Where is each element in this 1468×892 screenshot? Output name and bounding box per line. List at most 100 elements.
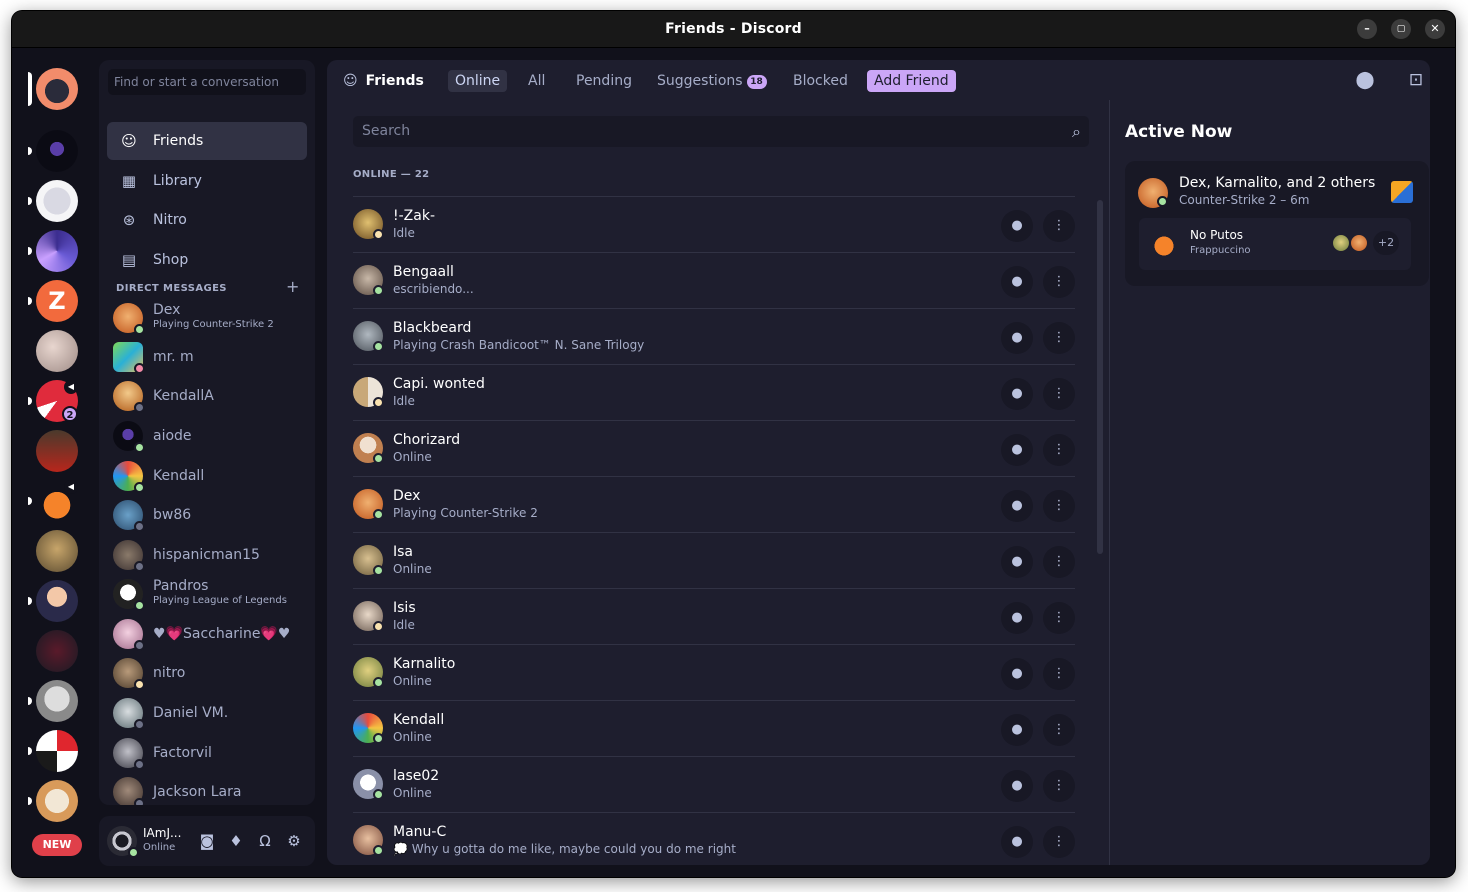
server-luffy[interactable]	[36, 780, 78, 822]
dm-item[interactable]: Kendall	[107, 457, 307, 495]
more-options-icon[interactable]: ⋮	[1043, 210, 1075, 242]
message-icon[interactable]: ●	[1001, 378, 1033, 410]
unread-indicator	[28, 747, 32, 755]
server-symbol[interactable]	[36, 730, 78, 772]
more-options-icon[interactable]: ⋮	[1043, 770, 1075, 802]
tab-all[interactable]: All	[521, 70, 552, 92]
dm-item[interactable]: mr. m	[107, 338, 307, 376]
suggestions-label: Suggestions	[657, 73, 743, 89]
maximize-button[interactable]: ▢	[1391, 19, 1411, 39]
dm-item[interactable]: nitro	[107, 654, 307, 692]
friend-row[interactable]: Isis Idle ● ⋮	[353, 588, 1075, 644]
user-panel: IAmJ... Online ◙ ♦ Ω ⚙	[99, 816, 315, 866]
more-options-icon[interactable]: ⋮	[1043, 266, 1075, 298]
activity-game: Counter-Strike 2 – 6m	[1179, 193, 1310, 207]
friend-row[interactable]: Chorizard Online ● ⋮	[353, 420, 1075, 476]
more-options-icon[interactable]: ⋮	[1043, 434, 1075, 466]
more-options-icon[interactable]: ⋮	[1043, 714, 1075, 746]
status-dot	[134, 679, 145, 690]
dm-item[interactable]: KendallA	[107, 377, 307, 415]
friend-row[interactable]: Capi. wonted Idle ● ⋮	[353, 364, 1075, 420]
settings-gear-icon[interactable]: ⚙	[283, 830, 305, 852]
message-icon[interactable]: ●	[1001, 714, 1033, 746]
message-icon[interactable]: ●	[1001, 826, 1033, 858]
more-options-icon[interactable]: ⋮	[1043, 826, 1075, 858]
dm-item[interactable]: Dex Playing Counter-Strike 2	[107, 299, 307, 337]
message-icon[interactable]: ●	[1001, 658, 1033, 690]
dm-item[interactable]: hispanicman15	[107, 536, 307, 574]
message-icon[interactable]: ●	[1001, 602, 1033, 634]
server-cat[interactable]	[36, 330, 78, 372]
message-icon[interactable]: ●	[1001, 210, 1033, 242]
voice-channel-card[interactable]: No Putos Frappuccino +2	[1139, 218, 1411, 270]
headphones-icon[interactable]: Ω	[254, 830, 276, 852]
add-dm-icon[interactable]: +	[286, 277, 299, 296]
server-aiode[interactable]	[36, 130, 78, 172]
nav-nitro[interactable]: ⊛ Nitro	[107, 201, 307, 239]
tab-pending[interactable]: Pending	[569, 70, 639, 92]
friends-search-input[interactable]: Search ⌕	[353, 116, 1089, 147]
message-icon[interactable]: ●	[1001, 322, 1033, 354]
server-dog[interactable]	[36, 530, 78, 572]
close-button[interactable]: ✕	[1425, 19, 1445, 39]
tab-suggestions[interactable]: Suggestions 18	[650, 70, 774, 92]
more-options-icon[interactable]: ⋮	[1043, 658, 1075, 690]
find-conversation-input[interactable]: Find or start a conversation	[108, 69, 306, 95]
friend-row[interactable]: Karnalito Online ● ⋮	[353, 644, 1075, 700]
counter-strike-icon	[1391, 181, 1413, 203]
status-dot	[373, 565, 384, 576]
add-friend-button[interactable]: Add Friend	[867, 70, 956, 92]
message-icon[interactable]: ●	[1001, 770, 1033, 802]
nav-library[interactable]: ▦ Library	[107, 162, 307, 200]
new-group-dm-icon[interactable]: ⬤	[1353, 68, 1377, 92]
nav-friends[interactable]: ☺ Friends	[107, 122, 307, 160]
server-anime[interactable]	[36, 580, 78, 622]
more-options-icon[interactable]: ⋮	[1043, 602, 1075, 634]
tab-online[interactable]: Online	[448, 70, 508, 92]
friend-name: lase02	[393, 768, 440, 784]
more-options-icon[interactable]: ⋮	[1043, 490, 1075, 522]
activity-card[interactable]: Dex, Karnalito, and 2 others Counter-Str…	[1125, 161, 1429, 286]
dm-item[interactable]: bw86	[107, 496, 307, 534]
message-icon[interactable]: ●	[1001, 434, 1033, 466]
status-dot	[373, 341, 384, 352]
friend-row[interactable]: Kendall Online ● ⋮	[353, 700, 1075, 756]
dm-item[interactable]: aiode	[107, 417, 307, 455]
dm-item[interactable]: Factorvil	[107, 734, 307, 772]
tab-blocked[interactable]: Blocked	[786, 70, 855, 92]
panel-divider	[1109, 100, 1110, 865]
new-servers-badge[interactable]: NEW	[32, 834, 82, 856]
server-meme[interactable]	[36, 680, 78, 722]
dm-item[interactable]: Pandros Playing League of Legends	[107, 575, 307, 613]
friend-row[interactable]: !-Zak- Idle ● ⋮	[353, 196, 1075, 252]
friend-row[interactable]: lase02 Online ● ⋮	[353, 756, 1075, 812]
controller-icon[interactable]: ◙	[196, 830, 218, 852]
dm-item[interactable]: Jackson Lara	[107, 773, 307, 805]
server-dark[interactable]	[36, 630, 78, 672]
dm-item[interactable]: ♥💗Saccharine💗♥	[107, 615, 307, 653]
minimize-button[interactable]: –	[1357, 19, 1377, 39]
friends-scrollbar[interactable]	[1097, 200, 1103, 554]
friend-row[interactable]: Dex Playing Counter-Strike 2 ● ⋮	[353, 476, 1075, 532]
more-options-icon[interactable]: ⋮	[1043, 378, 1075, 410]
more-options-icon[interactable]: ⋮	[1043, 546, 1075, 578]
friend-row[interactable]: Manu-C 💭 Why u gotta do me like, maybe c…	[353, 812, 1075, 865]
username[interactable]: IAmJ...	[143, 826, 181, 840]
nav-shop[interactable]: ▤ Shop	[107, 241, 307, 279]
message-icon[interactable]: ●	[1001, 490, 1033, 522]
server-diamond[interactable]	[36, 230, 78, 272]
message-icon[interactable]: ●	[1001, 546, 1033, 578]
server-player[interactable]	[36, 430, 78, 472]
microphone-icon[interactable]: ♦	[225, 830, 247, 852]
friend-row[interactable]: Bengaall escribiendo... ● ⋮	[353, 252, 1075, 308]
message-icon[interactable]: ●	[1001, 266, 1033, 298]
server-z[interactable]: Z	[36, 280, 78, 322]
friend-status: Idle	[393, 394, 415, 408]
server-crystal[interactable]	[36, 180, 78, 222]
friend-row[interactable]: Isa Online ● ⋮	[353, 532, 1075, 588]
home-button[interactable]	[36, 68, 78, 110]
dm-item[interactable]: Daniel VM.	[107, 694, 307, 732]
friend-row[interactable]: Blackbeard Playing Crash Bandicoot™ N. S…	[353, 308, 1075, 364]
inbox-icon[interactable]: ⊡	[1404, 68, 1428, 92]
more-options-icon[interactable]: ⋮	[1043, 322, 1075, 354]
